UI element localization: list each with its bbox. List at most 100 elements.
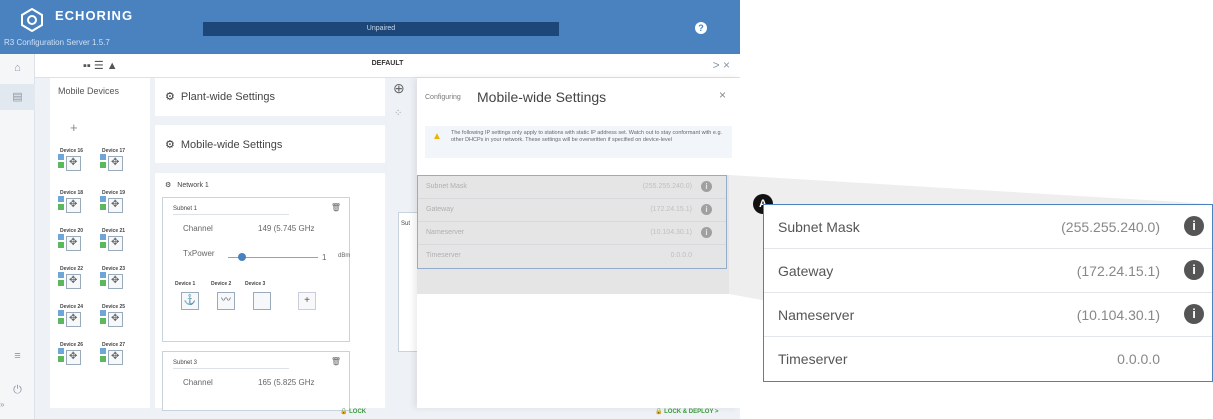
status-square [100,356,106,362]
help-icon[interactable]: ? [695,22,707,34]
plant-wide-settings-card[interactable]: ⚙ Plant-wide Settings [155,78,385,116]
channel-label: Channel [183,224,213,233]
gateway-row[interactable]: Gateway (172.24.15.1) i [418,199,726,222]
nameserver-input[interactable]: (10.104.30.1) [650,229,692,236]
gateway-input[interactable]: (172.24.15.1) [650,206,692,213]
device-icon[interactable] [108,312,123,327]
channel-value[interactable]: 165 (5.825 GHz [258,378,314,387]
zoom-value: (255.255.240.0) [1061,219,1160,235]
settings-column: ⚙ Plant-wide Settings ⚙ Mobile-wide Settin… [155,78,418,411]
status-square [58,162,64,168]
txpower-slider-handle[interactable] [238,253,246,261]
plant-wide-settings-label: Plant-wide Settings [180,91,276,103]
info-icon: i [1184,260,1204,280]
trash-icon[interactable]: 🗑 [331,357,341,366]
globe-icon[interactable]: ⊕ [393,80,405,97]
info-icon: i [1184,216,1204,236]
brand-name: ECHORING [55,8,134,23]
device-label: Device 3 [245,281,266,287]
device-icon[interactable] [66,198,81,213]
device-row: Device 24 Device 25 [58,304,150,332]
status-square [100,280,106,286]
mobile-wide-settings-card[interactable]: ⚙ Mobile-wide Settings [155,125,385,163]
network-card: ⚙ Network 1 Subnet 1 🗑 Channel 149 (5.745… [155,173,385,411]
trash-icon[interactable]: 🗑 [331,203,341,212]
lock-button[interactable]: 🔒 LOCK [340,408,366,415]
status-square [58,272,64,278]
toolbar-nav-close[interactable]: > × [713,58,730,72]
status-square [58,318,64,324]
device-icon[interactable] [108,198,123,213]
subnet-card-partial[interactable]: Sut [398,212,418,352]
devices-nav-icon[interactable]: ▤ [0,84,35,110]
anchor-icon[interactable]: ⚓ [181,292,199,310]
status-square [100,242,106,248]
status-square [100,204,106,210]
status-square [100,318,106,324]
zoom-row-gateway: Gateway (172.24.15.1) i [764,249,1212,293]
zoom-row-timeserver: Timeserver 0.0.0.0 [764,337,1212,381]
timeserver-input[interactable]: 0.0.0.0 [671,252,692,259]
collapse-icon[interactable]: » [0,400,4,409]
app-header: ECHORING R3 Configuration Server 1.5.7 U… [0,0,740,54]
zoom-label: Gateway [778,263,834,279]
home-icon[interactable]: ⌂ [0,62,35,74]
subnet-title[interactable]: Subnet 3 [173,360,197,366]
device-icon[interactable] [108,236,123,251]
status-square [100,196,106,202]
device-icon[interactable] [66,156,81,171]
device-icon[interactable] [66,274,81,289]
network-label[interactable]: Network 1 [177,182,209,189]
device-icon[interactable] [253,292,271,310]
device-row: Device 16 Device 17 [58,148,150,176]
txpower-value: 1 [322,253,327,262]
lock-label: LOCK [349,409,367,415]
app-window: ECHORING R3 Configuration Server 1.5.7 U… [0,0,740,419]
echoring-logo-icon [21,8,43,32]
toolbar: ▪▪ ☰ ▲ DEFAULT > × [35,54,740,78]
device-icon[interactable] [66,312,81,327]
mobile-wide-settings-label: Mobile-wide Settings [180,139,283,151]
status-square [58,242,64,248]
brand-subtitle: R3 Configuration Server 1.5.7 [4,38,110,47]
panel-title: Mobile-wide Settings [477,89,607,105]
nameserver-row[interactable]: Nameserver (10.104.30.1) i [418,222,726,245]
status-square [100,162,106,168]
device-icon[interactable] [108,350,123,365]
gear-icon: ⚙ [165,139,175,151]
timeserver-row[interactable]: Timeserver 0.0.0.0 [418,245,726,268]
subnet-card: Subnet 1 🗑 Channel 149 (5.745 GHz TxPowe… [162,197,350,342]
device-icon[interactable] [108,156,123,171]
divider [173,368,289,369]
zoom-row-nameserver: Nameserver (10.104.30.1) i [764,293,1212,337]
subnet-mask-row[interactable]: Subnet Mask (255.255.240.0) i [418,176,726,199]
info-icon[interactable]: i [701,204,712,215]
close-icon[interactable]: × [719,88,726,102]
device-icon[interactable] [66,350,81,365]
power-icon[interactable]: ⏻ [0,384,35,397]
lock-deploy-button[interactable]: 🔒 LOCK & DEPLOY > [655,408,719,415]
status-bar: Unpaired [203,22,559,36]
device-label: Device 1 [175,281,196,287]
zoom-value: (172.24.15.1) [1076,263,1160,279]
signal-icon[interactable]: 〰 [217,292,235,310]
subnet-title[interactable]: Subnet 1 [173,206,197,212]
channel-value[interactable]: 149 (5.745 GHz [258,224,314,233]
field-label: Subnet Mask [426,183,467,190]
add-device-button[interactable]: + [70,120,78,135]
status-square [58,234,64,240]
device-icon[interactable] [108,274,123,289]
menu-icon[interactable]: ≡ [0,350,35,362]
status-square [100,234,106,240]
info-icon[interactable]: i [701,227,712,238]
warning-icon: ▲ [432,131,442,142]
gear-icon: ⚙ [165,91,175,103]
zoom-label: Subnet Mask [778,219,860,235]
device-icon[interactable] [66,236,81,251]
warning-box: ▲ The following IP settings only apply t… [425,126,732,158]
subnet-mask-input[interactable]: (255.255.240.0) [643,183,692,190]
add-device-button[interactable]: + [298,292,316,310]
drag-handle-icon[interactable]: ⁘ [394,108,402,119]
warning-text: The following IP settings only apply to … [451,130,723,143]
info-icon[interactable]: i [701,181,712,192]
